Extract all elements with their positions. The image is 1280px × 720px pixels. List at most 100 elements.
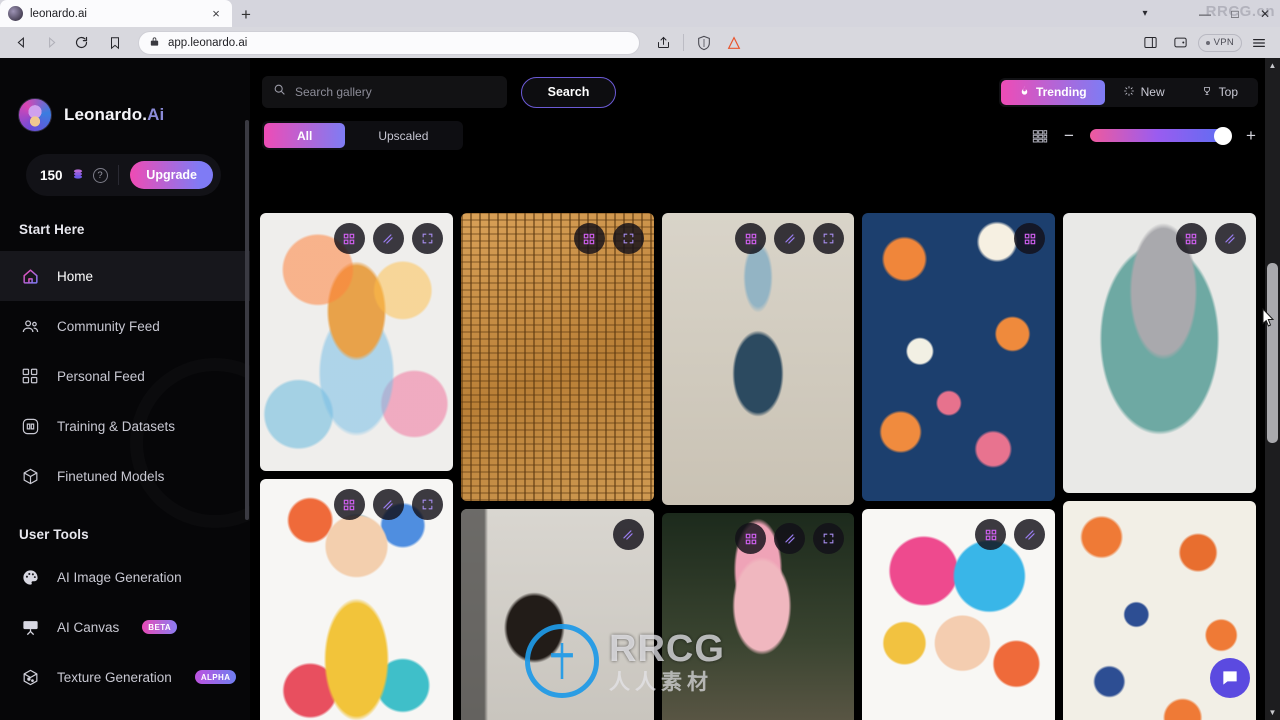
url-text: app.leonardo.ai [168, 36, 248, 49]
sidebar-item-label: Finetuned Models [57, 468, 165, 484]
sidebar-item-label: Home [57, 268, 94, 284]
sidebar-item-finetuned-models[interactable]: Finetuned Models [0, 451, 250, 501]
close-icon[interactable]: × [208, 6, 224, 22]
sidebar-section-start-here: Start Here [19, 222, 85, 237]
search-input-wrapper[interactable] [262, 76, 507, 108]
sidebar-item-texture-generation[interactable]: Texture Generation ALPHA [0, 652, 250, 702]
sidebar-panel-icon[interactable] [1138, 30, 1164, 56]
leonardo-favicon-icon [8, 6, 23, 21]
scrollbar-thumb[interactable] [1267, 263, 1278, 443]
tab-upscaled[interactable]: Upscaled [345, 123, 461, 148]
upscale-icon[interactable] [1214, 223, 1246, 254]
remix-icon[interactable] [735, 523, 767, 554]
gallery-card[interactable] [661, 213, 855, 505]
browser-tab[interactable]: leonardo.ai × [0, 0, 232, 27]
brave-wallet-icon[interactable] [1168, 30, 1194, 56]
upscale-icon[interactable] [372, 489, 404, 520]
brand-name: Leonardo.Ai [64, 105, 164, 125]
gallery-card[interactable] [460, 509, 654, 720]
sidebar-item-training-datasets[interactable]: Training & Datasets [0, 401, 250, 451]
brave-shields-icon[interactable] [691, 30, 717, 56]
search-button[interactable]: Search [521, 76, 616, 108]
bookmark-icon[interactable] [102, 30, 128, 56]
minimize-button[interactable]: — [1190, 0, 1220, 27]
gallery-card[interactable] [862, 213, 1056, 501]
maximize-button[interactable]: □ [1220, 0, 1250, 27]
gallery-card[interactable] [260, 479, 453, 720]
zoom-slider-knob[interactable] [1214, 126, 1232, 145]
sidebar-item-label: AI Image Generation [57, 569, 182, 585]
search-input[interactable] [295, 85, 496, 99]
card-actions [573, 223, 644, 254]
sidebar-item-home[interactable]: Home [0, 251, 250, 301]
sidebar-item-ai-image-generation[interactable]: AI Image Generation [0, 552, 250, 602]
upgrade-button[interactable]: Upgrade [130, 161, 213, 189]
sidebar-item-label: AI Canvas [57, 619, 120, 635]
remix-icon[interactable] [573, 223, 605, 254]
back-icon[interactable] [8, 30, 34, 56]
card-actions [1014, 223, 1046, 254]
scroll-down-arrow-icon[interactable]: ▼ [1265, 705, 1280, 720]
remix-icon[interactable] [1175, 223, 1207, 254]
chevron-down-icon[interactable]: ▾ [1132, 0, 1158, 27]
sidebar-item-personal-feed[interactable]: Personal Feed [0, 351, 250, 401]
upscale-icon[interactable] [372, 223, 404, 254]
sidebar-item-ai-canvas[interactable]: AI Canvas BETA [0, 602, 250, 652]
hamburger-menu-icon[interactable] [1246, 30, 1272, 56]
expand-icon[interactable] [813, 523, 845, 554]
generated-image [862, 213, 1056, 501]
help-circle-icon[interactable]: ? [92, 167, 108, 183]
people-icon [19, 315, 41, 337]
close-window-button[interactable]: ✕ [1250, 0, 1280, 27]
remix-icon[interactable] [975, 519, 1007, 550]
toolbar-divider [683, 34, 685, 51]
remix-icon[interactable] [333, 489, 365, 520]
upscale-icon[interactable] [612, 519, 644, 550]
zoom-in-button[interactable]: + [1244, 127, 1258, 144]
chat-bubble-icon[interactable] [1210, 658, 1250, 698]
texture-cube-icon [19, 666, 41, 688]
gallery-card[interactable] [862, 509, 1056, 720]
scroll-up-arrow-icon[interactable]: ▲ [1265, 58, 1280, 73]
share-icon[interactable] [650, 30, 676, 56]
brand-logo-area[interactable]: Leonardo.Ai [0, 58, 250, 132]
remix-icon[interactable] [333, 223, 365, 254]
upscale-icon[interactable] [774, 523, 806, 554]
gallery-column [260, 213, 453, 720]
brand-name-suffix: Ai [147, 105, 165, 124]
grid-density-icon[interactable] [1032, 129, 1048, 143]
tab-new[interactable]: New [1105, 80, 1183, 105]
tab-all[interactable]: All [264, 123, 346, 148]
expand-icon[interactable] [813, 223, 845, 254]
home-icon [19, 265, 41, 287]
reload-icon[interactable] [68, 30, 94, 56]
tab-trending[interactable]: Trending [1000, 79, 1105, 105]
gallery-card[interactable] [260, 213, 453, 471]
zoom-slider[interactable] [1090, 126, 1232, 145]
zoom-out-button[interactable]: − [1062, 127, 1076, 144]
gallery-card[interactable] [661, 513, 855, 720]
upscale-icon[interactable] [612, 223, 644, 254]
lock-icon [149, 34, 160, 52]
sidebar-scrollbar[interactable] [245, 120, 249, 520]
upscale-icon[interactable] [774, 223, 806, 254]
gallery-card[interactable] [1063, 213, 1256, 493]
upscale-icon[interactable] [1014, 519, 1046, 550]
leo-ai-icon[interactable] [721, 30, 747, 56]
gallery-main: Search Trending [250, 58, 1280, 720]
expand-icon[interactable] [411, 489, 443, 520]
status-badge: ALPHA [194, 670, 237, 684]
new-tab-button[interactable]: + [232, 1, 260, 27]
page-scrollbar[interactable]: ▲ ▼ [1265, 58, 1280, 720]
vpn-toggle[interactable]: VPN [1197, 33, 1243, 52]
remix-icon[interactable] [1014, 223, 1046, 254]
tab-top[interactable]: Top [1183, 80, 1256, 105]
address-bar[interactable]: app.leonardo.ai [138, 30, 641, 55]
card-actions [735, 223, 845, 254]
sidebar-item-community-feed[interactable]: Community Feed [0, 301, 250, 351]
tab-label: Trending [1035, 85, 1087, 99]
remix-icon[interactable] [735, 223, 767, 254]
expand-icon[interactable] [411, 223, 443, 254]
gallery-card[interactable] [460, 213, 654, 501]
mouse-cursor [1262, 307, 1275, 332]
